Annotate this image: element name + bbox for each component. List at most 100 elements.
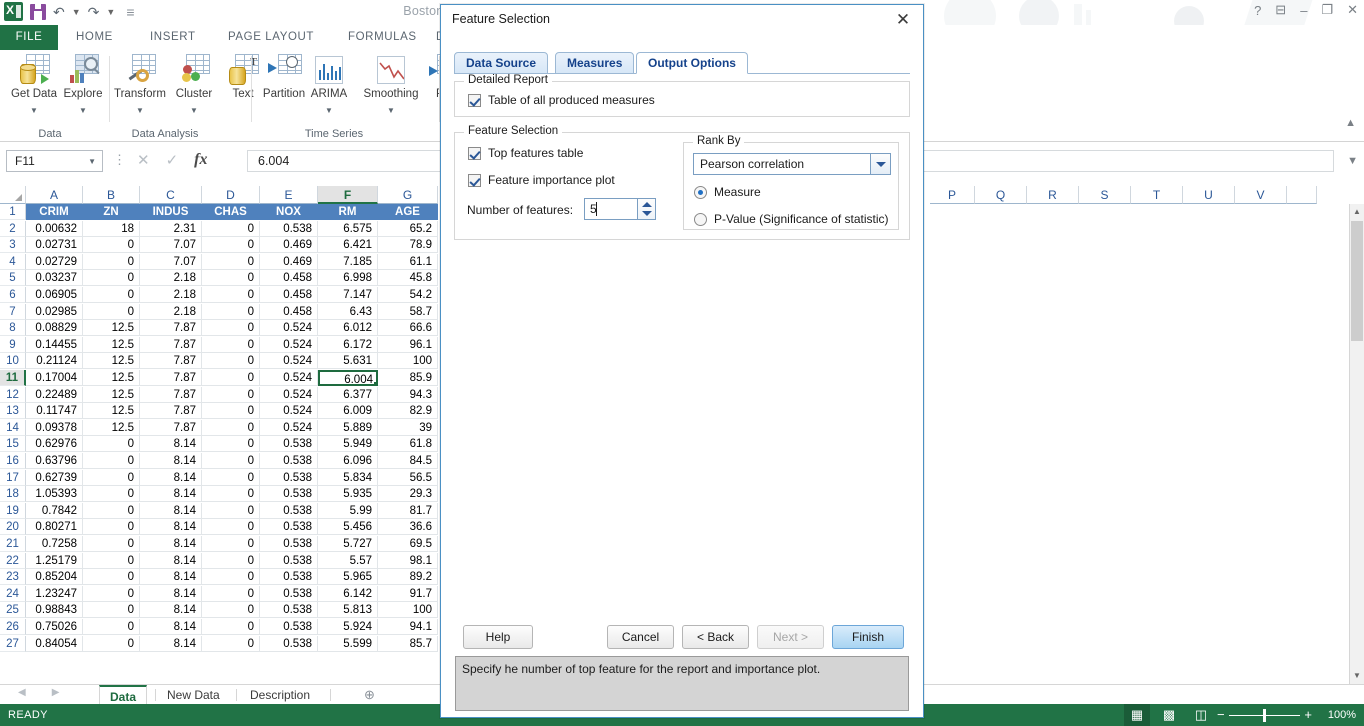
column-header-t[interactable]: T: [1131, 186, 1183, 204]
cell-E6[interactable]: 0.458: [260, 287, 318, 303]
ribbon-button-transform[interactable]: Transform ▼: [110, 54, 170, 118]
column-header-b[interactable]: B: [83, 186, 140, 204]
zoom-out-icon[interactable]: −: [1217, 704, 1225, 726]
cell-B24[interactable]: 0: [83, 586, 140, 602]
window-controls[interactable]: ? ⊟ – ❐ ✕: [1254, 2, 1358, 18]
radio-p-value[interactable]: P-Value (Significance of statistic): [694, 212, 889, 226]
ribbon-button-cluster[interactable]: Cluster ▼: [167, 54, 221, 118]
chevron-down-icon[interactable]: ▼: [88, 157, 96, 166]
close-icon[interactable]: ✕: [1347, 2, 1358, 18]
cell-E18[interactable]: 0.538: [260, 486, 318, 502]
cell-D8[interactable]: 0: [202, 320, 260, 336]
cell-E21[interactable]: 0.538: [260, 536, 318, 552]
cell-C16[interactable]: 8.14: [140, 453, 202, 469]
row-header-5[interactable]: 5: [0, 270, 26, 286]
tab-output-options[interactable]: Output Options: [636, 52, 748, 74]
ribbon-display-options-icon[interactable]: ⊟: [1275, 2, 1286, 18]
row-header-21[interactable]: 21: [0, 536, 26, 552]
next-sheet-icon[interactable]: ▶: [52, 687, 60, 698]
cell-E15[interactable]: 0.538: [260, 436, 318, 452]
row-header-16[interactable]: 16: [0, 453, 26, 469]
cell-B8[interactable]: 12.5: [83, 320, 140, 336]
checkbox-feature-importance-plot[interactable]: Feature importance plot: [468, 173, 615, 187]
checkbox-top-features-table[interactable]: Top features table: [468, 146, 583, 160]
finish-button[interactable]: Finish: [832, 625, 904, 649]
zoom-in-icon[interactable]: +: [1304, 704, 1312, 726]
cell-G27[interactable]: 85.7: [378, 636, 438, 652]
cell-F27[interactable]: 5.599: [318, 636, 378, 652]
ribbon-tab-file[interactable]: FILE: [0, 25, 58, 50]
cell-A13[interactable]: 0.11747: [26, 403, 83, 419]
ribbon-tab-home[interactable]: HOME: [66, 25, 123, 50]
chevron-down-icon[interactable]: ▼: [136, 106, 144, 115]
cell-C7[interactable]: 2.18: [140, 304, 202, 320]
cell-G12[interactable]: 94.3: [378, 387, 438, 403]
cell-C12[interactable]: 7.87: [140, 387, 202, 403]
rank-by-select[interactable]: Pearson correlation: [693, 153, 891, 175]
column-header-f[interactable]: F: [318, 186, 378, 204]
cell-B15[interactable]: 0: [83, 436, 140, 452]
cell-G4[interactable]: 61.1: [378, 254, 438, 270]
cell-F3[interactable]: 6.421: [318, 237, 378, 253]
cell-G3[interactable]: 78.9: [378, 237, 438, 253]
cancel-button[interactable]: Cancel: [607, 625, 674, 649]
cell-F15[interactable]: 5.949: [318, 436, 378, 452]
cell-D20[interactable]: 0: [202, 519, 260, 535]
chevron-down-icon[interactable]: [870, 154, 890, 174]
cell-D14[interactable]: 0: [202, 420, 260, 436]
row-header-27[interactable]: 27: [0, 636, 26, 652]
cell-C10[interactable]: 7.87: [140, 353, 202, 369]
cell-D4[interactable]: 0: [202, 254, 260, 270]
cell-A12[interactable]: 0.22489: [26, 387, 83, 403]
cell-B1[interactable]: ZN: [83, 204, 140, 220]
scroll-down-icon[interactable]: ▼: [1350, 668, 1364, 684]
help-button[interactable]: Help: [463, 625, 533, 649]
cell-G19[interactable]: 81.7: [378, 503, 438, 519]
cell-D24[interactable]: 0: [202, 586, 260, 602]
cell-E16[interactable]: 0.538: [260, 453, 318, 469]
cell-D23[interactable]: 0: [202, 569, 260, 585]
row-header-3[interactable]: 3: [0, 237, 26, 253]
cell-A2[interactable]: 0.00632: [26, 221, 83, 237]
cell-C6[interactable]: 2.18: [140, 287, 202, 303]
fx-icon[interactable]: fx: [194, 151, 207, 169]
cell-D5[interactable]: 0: [202, 270, 260, 286]
cell-F25[interactable]: 5.813: [318, 602, 378, 618]
cell-G11[interactable]: 85.9: [378, 370, 438, 386]
row-header-17[interactable]: 17: [0, 470, 26, 486]
cell-E2[interactable]: 0.538: [260, 221, 318, 237]
column-header-r[interactable]: R: [1027, 186, 1079, 204]
view-buttons[interactable]: ▦ ▩ ◫: [1124, 704, 1214, 726]
vertical-scroll-thumb[interactable]: [1351, 221, 1363, 341]
row-header-1[interactable]: 1: [0, 204, 26, 220]
restore-icon[interactable]: ❐: [1321, 2, 1333, 18]
cell-C2[interactable]: 2.31: [140, 221, 202, 237]
row-header-9[interactable]: 9: [0, 337, 26, 353]
checkbox-table-of-all-produced-measures[interactable]: Table of all produced measures: [468, 93, 655, 107]
close-icon[interactable]: ✕: [891, 9, 915, 31]
row-header-15[interactable]: 15: [0, 436, 26, 452]
column-header-s[interactable]: S: [1079, 186, 1131, 204]
row-header-26[interactable]: 26: [0, 619, 26, 635]
help-icon[interactable]: ?: [1254, 3, 1261, 18]
stepper-buttons[interactable]: [637, 199, 655, 219]
checkbox-icon[interactable]: [468, 147, 481, 160]
cell-C22[interactable]: 8.14: [140, 553, 202, 569]
column-header-d[interactable]: D: [202, 186, 260, 204]
column-header-a[interactable]: A: [26, 186, 83, 204]
cell-G16[interactable]: 84.5: [378, 453, 438, 469]
cell-G14[interactable]: 39: [378, 420, 438, 436]
cell-F1[interactable]: RM: [318, 204, 378, 220]
cell-B2[interactable]: 18: [83, 221, 140, 237]
cell-G6[interactable]: 54.2: [378, 287, 438, 303]
row-header-24[interactable]: 24: [0, 586, 26, 602]
zoom-slider[interactable]: − +: [1217, 704, 1312, 726]
column-header-e[interactable]: E: [260, 186, 318, 204]
cell-F10[interactable]: 5.631: [318, 353, 378, 369]
cell-B26[interactable]: 0: [83, 619, 140, 635]
cell-E17[interactable]: 0.538: [260, 470, 318, 486]
cell-G5[interactable]: 45.8: [378, 270, 438, 286]
row-header-2[interactable]: 2: [0, 221, 26, 237]
cell-C19[interactable]: 8.14: [140, 503, 202, 519]
cell-B16[interactable]: 0: [83, 453, 140, 469]
